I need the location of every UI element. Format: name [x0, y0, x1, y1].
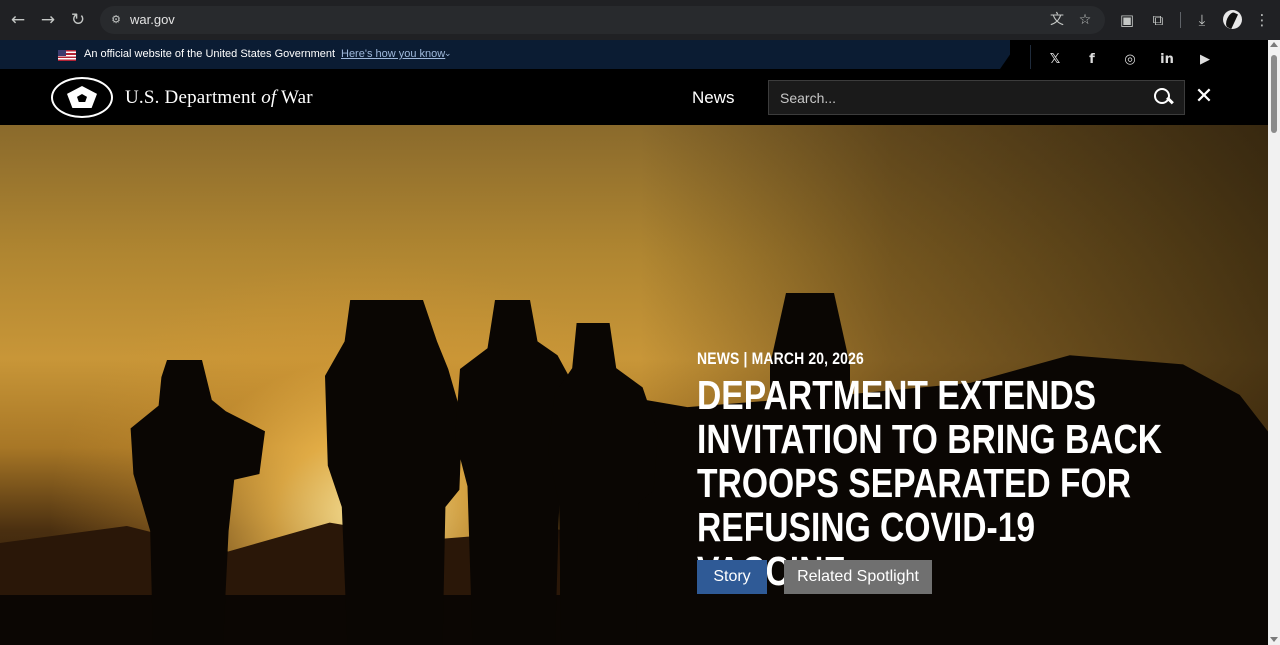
search-icon[interactable] [1152, 86, 1174, 108]
browser-toolbar: ← → ↻ ⚙ war.gov 文 ☆ ▣ ⧉ ⤓ ⋮ [0, 0, 1280, 40]
toolbar-divider [1180, 12, 1181, 28]
hero-headline[interactable]: DEPARTMENT EXTENDS INVITATION TO BRING B… [697, 373, 1181, 593]
forward-icon[interactable]: → [37, 9, 59, 31]
official-site-text: An official website of the United States… [84, 48, 336, 60]
youtube-icon[interactable]: ▶ [1196, 51, 1214, 69]
profile-avatar[interactable] [1223, 10, 1242, 29]
search-input[interactable] [769, 81, 1139, 114]
back-icon[interactable]: ← [7, 9, 29, 31]
x-twitter-icon[interactable]: 𝕏 [1046, 51, 1064, 69]
translate-icon[interactable]: 文 [1048, 11, 1066, 29]
site-title-suffix: War [280, 87, 313, 108]
pentagon-seal-logo[interactable] [51, 77, 113, 118]
menu-icon[interactable]: ⋮ [1251, 9, 1273, 31]
scroll-up-arrow-icon[interactable] [1270, 42, 1278, 47]
site-title-prefix: U.S. Department [125, 87, 257, 108]
close-icon[interactable]: ✕ [1194, 86, 1214, 108]
address-bar[interactable]: ⚙ war.gov 文 ☆ [100, 6, 1105, 34]
extensions-icon[interactable]: ⧉ [1147, 9, 1169, 31]
story-button[interactable]: Story [697, 560, 767, 594]
instagram-icon[interactable]: ◎ [1121, 51, 1139, 69]
how-you-know-link[interactable]: Here's how you know [341, 47, 445, 61]
site-info-icon[interactable]: ⚙ [108, 12, 124, 28]
site-title-of: of [261, 87, 277, 108]
url-text[interactable]: war.gov [130, 12, 175, 28]
linkedin-icon[interactable]: in [1158, 51, 1176, 69]
scroll-down-arrow-icon[interactable] [1270, 637, 1278, 642]
facebook-icon[interactable]: f [1083, 51, 1101, 69]
related-spotlight-button[interactable]: Related Spotlight [784, 560, 932, 594]
site-title[interactable]: U.S. Department of War [125, 86, 313, 110]
search-box[interactable] [768, 80, 1185, 115]
reload-icon[interactable]: ↻ [67, 9, 89, 31]
chevron-down-icon[interactable]: ⌄ [444, 47, 452, 61]
scrollbar-thumb[interactable] [1271, 55, 1277, 133]
us-flag-icon [58, 50, 76, 61]
hero-meta: NEWS | MARCH 20, 2026 [697, 349, 864, 368]
nav-news[interactable]: News [692, 87, 735, 109]
downloads-icon[interactable]: ⤓ [1191, 9, 1213, 31]
cast-icon[interactable]: ▣ [1116, 9, 1138, 31]
bookmark-star-icon[interactable]: ☆ [1076, 11, 1094, 29]
